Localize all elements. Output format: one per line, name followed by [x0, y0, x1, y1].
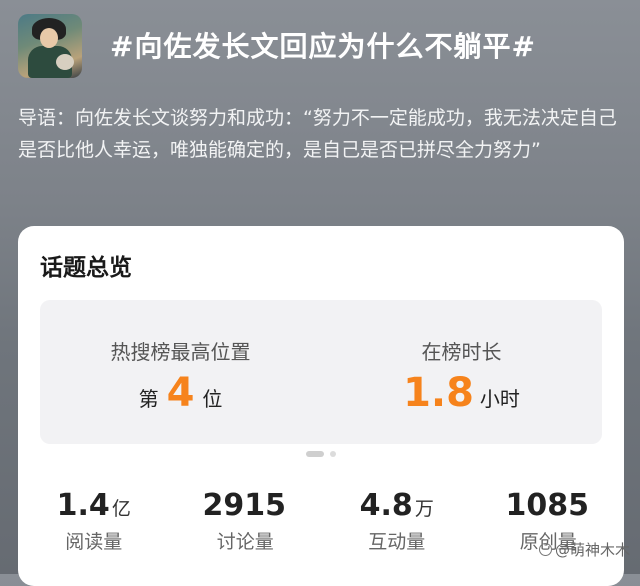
metric-number: 1.4 亿: [18, 488, 170, 523]
carousel-dot-active[interactable]: [306, 451, 324, 457]
overview-title: 话题总览: [40, 255, 132, 281]
hot-rank-value-row: 第 4 位: [40, 370, 321, 416]
hot-rank-suffix: 位: [202, 387, 223, 411]
hot-rank-stat: 热搜榜最高位置 第 4 位: [40, 300, 321, 444]
duration-stat: 在榜时长 1.8 小时: [321, 300, 602, 444]
ranking-panel: 热搜榜最高位置 第 4 位 在榜时长 1.8 小时: [40, 300, 602, 444]
metric-value: 4.8: [359, 488, 413, 523]
metric-value: 2915: [202, 488, 287, 523]
metric-label: 阅读量: [65, 531, 123, 553]
metric-interactions: 4.8 万 互动量: [321, 488, 473, 554]
hot-rank-label: 热搜榜最高位置: [110, 340, 251, 364]
duration-value: 1.8: [403, 370, 474, 416]
topic-header: #向佐发长文回应为什么不躺平# 导语：向佐发长文谈努力和成功：“努力不一定能成功…: [0, 0, 640, 225]
topic-title[interactable]: #向佐发长文回应为什么不躺平#: [110, 25, 536, 65]
metric-discussions: 2915 讨论量: [170, 488, 322, 554]
metric-label: 互动量: [368, 531, 426, 553]
metric-number: 2915: [170, 488, 322, 523]
avatar-dog: [56, 54, 74, 70]
duration-unit: 小时: [479, 387, 520, 411]
watermark-icon: [538, 543, 552, 556]
metric-unit: 万: [414, 498, 434, 520]
carousel-indicator[interactable]: [18, 451, 624, 457]
overview-card: 话题总览 热搜榜最高位置 第 4 位 在榜时长 1.8 小时 1.4 亿 阅读量…: [18, 226, 624, 586]
metric-value: 1.4: [56, 488, 110, 523]
metric-label: 讨论量: [216, 531, 274, 553]
metrics-row: 1.4 亿 阅读量 2915 讨论量 4.8 万 互动量 1085 原创量: [18, 488, 624, 554]
hot-rank-prefix: 第: [138, 387, 159, 411]
metric-value: 1085: [505, 488, 590, 523]
metric-number: 4.8 万: [321, 488, 473, 523]
watermark-text: @萌神木木: [554, 541, 630, 559]
watermark: @萌神木木: [538, 539, 630, 560]
duration-label: 在榜时长: [421, 340, 502, 364]
topic-avatar[interactable]: [18, 14, 82, 78]
duration-value-row: 1.8 小时: [321, 370, 602, 416]
avatar-face: [40, 28, 58, 48]
hot-rank-value: 4: [166, 370, 195, 416]
metric-number: 1085: [473, 488, 625, 523]
metric-reads: 1.4 亿 阅读量: [18, 488, 170, 554]
metric-unit: 亿: [111, 498, 131, 520]
carousel-dot[interactable]: [330, 451, 336, 457]
topic-intro: 导语：向佐发长文谈努力和成功：“努力不一定能成功，我无法决定自己是否比他人幸运，…: [18, 107, 617, 161]
